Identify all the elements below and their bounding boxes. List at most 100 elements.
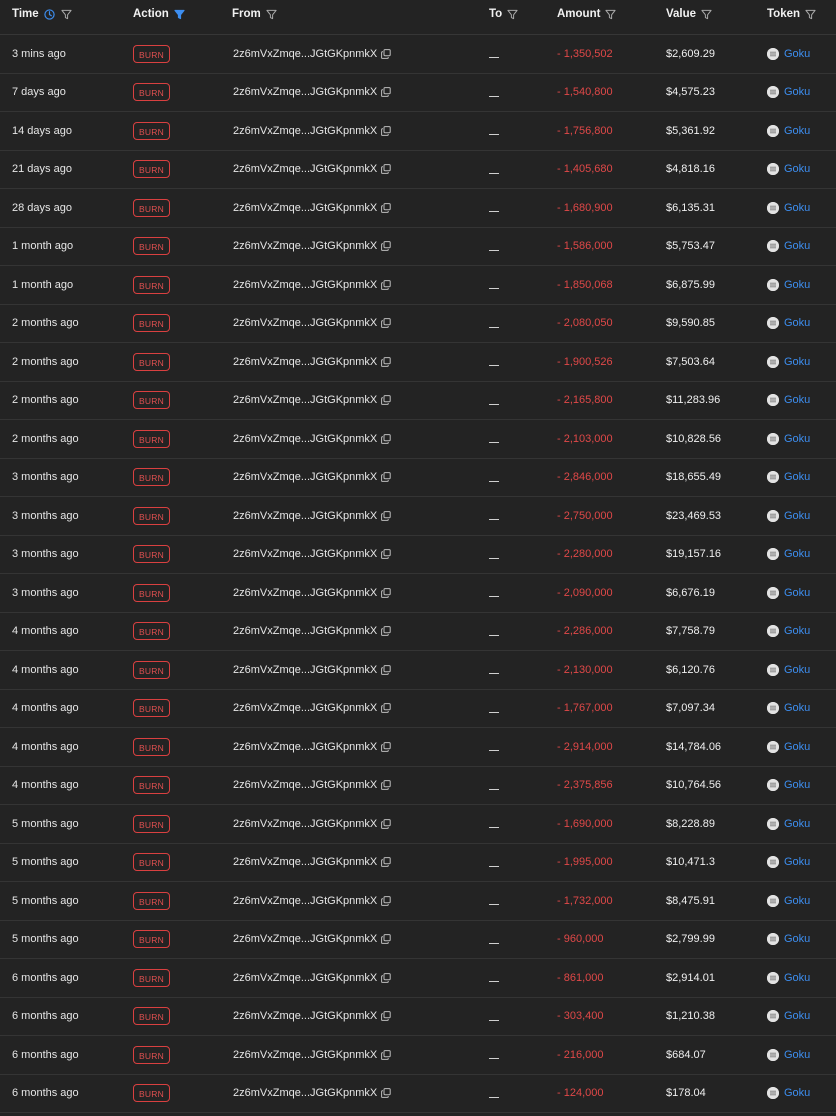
token-link[interactable]: Goku: [784, 1010, 810, 1022]
token-cell[interactable]: Goku: [767, 1075, 810, 1113]
token-link[interactable]: Goku: [784, 202, 810, 214]
token-link[interactable]: Goku: [784, 86, 810, 98]
filter-icon[interactable]: [701, 9, 712, 20]
from-address[interactable]: 2z6mVxZmqe...JGtGKpnmkX: [233, 510, 377, 522]
token-link[interactable]: Goku: [784, 933, 810, 945]
from-address[interactable]: 2z6mVxZmqe...JGtGKpnmkX: [233, 702, 377, 714]
token-cell[interactable]: Goku: [767, 690, 810, 728]
token-cell[interactable]: Goku: [767, 959, 810, 997]
from-address[interactable]: 2z6mVxZmqe...JGtGKpnmkX: [233, 972, 377, 984]
from-address[interactable]: 2z6mVxZmqe...JGtGKpnmkX: [233, 741, 377, 753]
copy-icon[interactable]: [381, 857, 391, 868]
token-cell[interactable]: Goku: [767, 420, 810, 458]
copy-icon[interactable]: [381, 895, 391, 906]
from-address[interactable]: 2z6mVxZmqe...JGtGKpnmkX: [233, 856, 377, 868]
token-cell[interactable]: Goku: [767, 189, 810, 227]
from-address[interactable]: 2z6mVxZmqe...JGtGKpnmkX: [233, 86, 377, 98]
from-address[interactable]: 2z6mVxZmqe...JGtGKpnmkX: [233, 548, 377, 560]
token-link[interactable]: Goku: [784, 471, 810, 483]
token-link[interactable]: Goku: [784, 1087, 810, 1099]
token-link[interactable]: Goku: [784, 856, 810, 868]
from-address[interactable]: 2z6mVxZmqe...JGtGKpnmkX: [233, 625, 377, 637]
token-cell[interactable]: Goku: [767, 459, 810, 497]
token-link[interactable]: Goku: [784, 48, 810, 60]
token-link[interactable]: Goku: [784, 779, 810, 791]
from-address[interactable]: 2z6mVxZmqe...JGtGKpnmkX: [233, 317, 377, 329]
token-cell[interactable]: Goku: [767, 998, 810, 1036]
token-link[interactable]: Goku: [784, 163, 810, 175]
token-link[interactable]: Goku: [784, 433, 810, 445]
token-cell[interactable]: Goku: [767, 1036, 810, 1074]
filter-icon[interactable]: [805, 9, 816, 20]
from-address[interactable]: 2z6mVxZmqe...JGtGKpnmkX: [233, 779, 377, 791]
filter-active-icon[interactable]: [174, 9, 185, 20]
copy-icon[interactable]: [381, 780, 391, 791]
copy-icon[interactable]: [381, 87, 391, 98]
token-cell[interactable]: Goku: [767, 805, 810, 843]
copy-icon[interactable]: [381, 1049, 391, 1060]
token-cell[interactable]: Goku: [767, 74, 810, 112]
token-cell[interactable]: Goku: [767, 228, 810, 266]
copy-icon[interactable]: [381, 125, 391, 136]
from-address[interactable]: 2z6mVxZmqe...JGtGKpnmkX: [233, 818, 377, 830]
token-cell[interactable]: Goku: [767, 921, 810, 959]
token-link[interactable]: Goku: [784, 895, 810, 907]
token-link[interactable]: Goku: [784, 279, 810, 291]
copy-icon[interactable]: [381, 741, 391, 752]
from-address[interactable]: 2z6mVxZmqe...JGtGKpnmkX: [233, 202, 377, 214]
token-link[interactable]: Goku: [784, 548, 810, 560]
token-cell[interactable]: Goku: [767, 613, 810, 651]
token-link[interactable]: Goku: [784, 240, 810, 252]
copy-icon[interactable]: [381, 241, 391, 252]
token-link[interactable]: Goku: [784, 972, 810, 984]
copy-icon[interactable]: [381, 164, 391, 175]
copy-icon[interactable]: [381, 626, 391, 637]
from-address[interactable]: 2z6mVxZmqe...JGtGKpnmkX: [233, 1010, 377, 1022]
from-address[interactable]: 2z6mVxZmqe...JGtGKpnmkX: [233, 48, 377, 60]
copy-icon[interactable]: [381, 934, 391, 945]
copy-icon[interactable]: [381, 202, 391, 213]
token-cell[interactable]: Goku: [767, 382, 810, 420]
from-address[interactable]: 2z6mVxZmqe...JGtGKpnmkX: [233, 163, 377, 175]
copy-icon[interactable]: [381, 703, 391, 714]
from-address[interactable]: 2z6mVxZmqe...JGtGKpnmkX: [233, 664, 377, 676]
token-cell[interactable]: Goku: [767, 536, 810, 574]
copy-icon[interactable]: [381, 972, 391, 983]
from-address[interactable]: 2z6mVxZmqe...JGtGKpnmkX: [233, 240, 377, 252]
token-link[interactable]: Goku: [784, 510, 810, 522]
copy-icon[interactable]: [381, 510, 391, 521]
copy-icon[interactable]: [381, 356, 391, 367]
from-address[interactable]: 2z6mVxZmqe...JGtGKpnmkX: [233, 471, 377, 483]
from-address[interactable]: 2z6mVxZmqe...JGtGKpnmkX: [233, 125, 377, 137]
token-cell[interactable]: Goku: [767, 728, 810, 766]
from-address[interactable]: 2z6mVxZmqe...JGtGKpnmkX: [233, 1087, 377, 1099]
token-cell[interactable]: Goku: [767, 305, 810, 343]
token-link[interactable]: Goku: [784, 317, 810, 329]
token-cell[interactable]: Goku: [767, 574, 810, 612]
token-link[interactable]: Goku: [784, 818, 810, 830]
copy-icon[interactable]: [381, 48, 391, 59]
token-cell[interactable]: Goku: [767, 844, 810, 882]
token-link[interactable]: Goku: [784, 356, 810, 368]
token-link[interactable]: Goku: [784, 125, 810, 137]
from-address[interactable]: 2z6mVxZmqe...JGtGKpnmkX: [233, 587, 377, 599]
from-address[interactable]: 2z6mVxZmqe...JGtGKpnmkX: [233, 356, 377, 368]
copy-icon[interactable]: [381, 472, 391, 483]
token-cell[interactable]: Goku: [767, 112, 810, 150]
token-cell[interactable]: Goku: [767, 343, 810, 381]
token-link[interactable]: Goku: [784, 394, 810, 406]
copy-icon[interactable]: [381, 433, 391, 444]
from-address[interactable]: 2z6mVxZmqe...JGtGKpnmkX: [233, 933, 377, 945]
token-link[interactable]: Goku: [784, 587, 810, 599]
token-cell[interactable]: Goku: [767, 497, 810, 535]
token-link[interactable]: Goku: [784, 702, 810, 714]
copy-icon[interactable]: [381, 318, 391, 329]
token-link[interactable]: Goku: [784, 1049, 810, 1061]
filter-icon[interactable]: [61, 9, 72, 20]
filter-icon[interactable]: [507, 9, 518, 20]
from-address[interactable]: 2z6mVxZmqe...JGtGKpnmkX: [233, 394, 377, 406]
copy-icon[interactable]: [381, 1088, 391, 1099]
copy-icon[interactable]: [381, 664, 391, 675]
copy-icon[interactable]: [381, 279, 391, 290]
filter-icon[interactable]: [266, 9, 277, 20]
